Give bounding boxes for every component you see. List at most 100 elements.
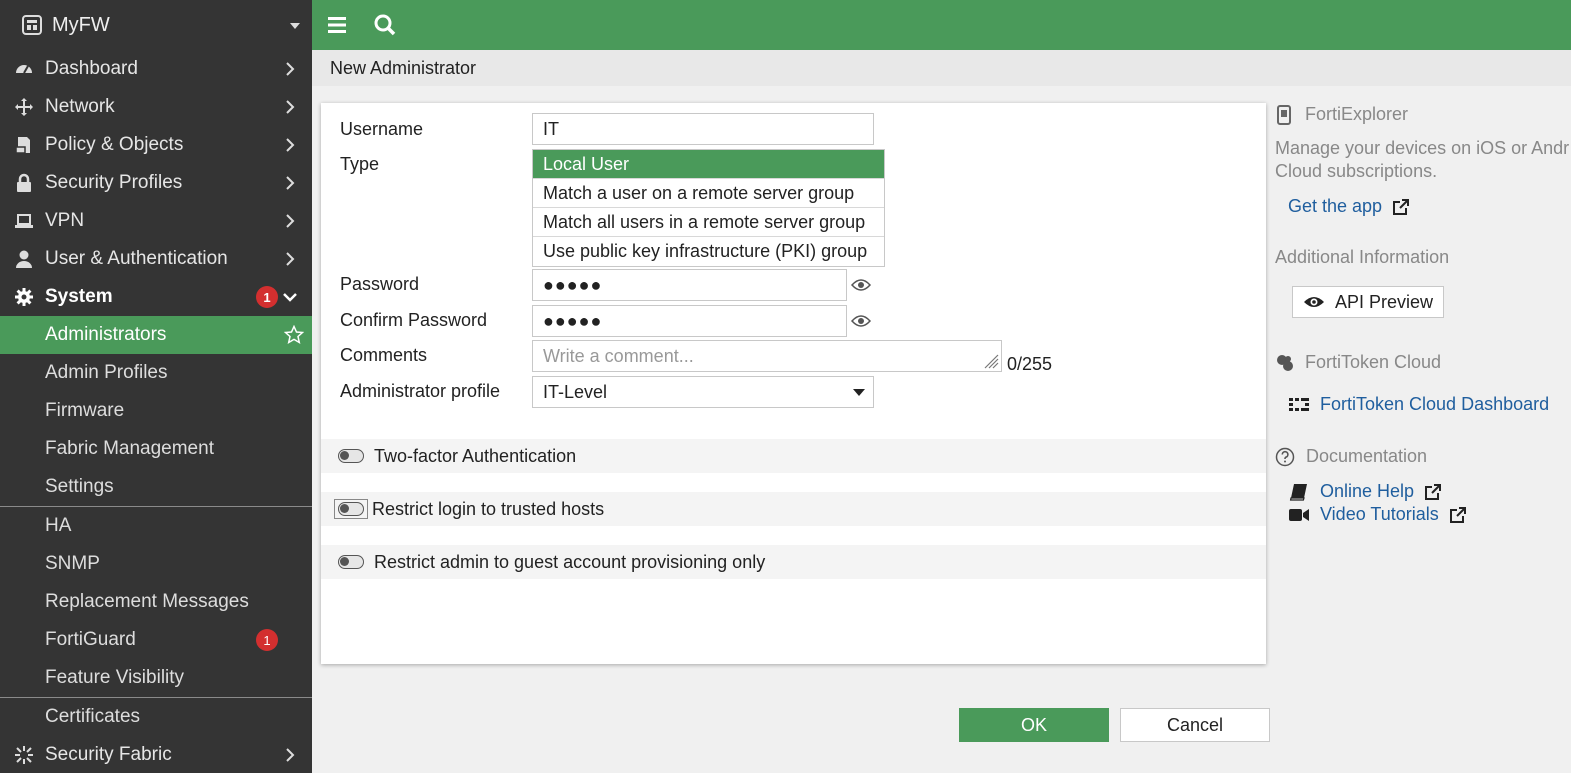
sidebar-item-fabric-management[interactable]: Fabric Management	[0, 430, 312, 468]
sidebar-item-feature-visibility[interactable]: Feature Visibility	[0, 659, 312, 697]
trusted-hosts-label: Restrict login to trusted hosts	[372, 498, 605, 519]
cancel-button[interactable]: Cancel	[1120, 708, 1270, 742]
book-icon	[1289, 483, 1307, 501]
sidebar-item-security-profiles[interactable]: Security Profiles	[0, 164, 312, 202]
two-factor-row: Two-factor Authentication	[321, 439, 1266, 473]
fortitoken-dashboard-link[interactable]: FortiToken Cloud Dashboard	[1288, 394, 1549, 415]
type-label: Type	[340, 154, 380, 174]
notification-badge: 1	[256, 286, 278, 308]
sidebar-item-label: Admin Profiles	[45, 362, 168, 383]
sidebar-item-system[interactable]: System 1	[0, 278, 312, 316]
sidebar-item-administrators[interactable]: Administrators	[0, 316, 312, 354]
ok-button[interactable]: OK	[959, 708, 1109, 742]
eye-icon[interactable]	[851, 278, 871, 292]
comments-textarea[interactable]: Write a comment...	[532, 340, 1002, 372]
sidebar-item-ha[interactable]: HA	[0, 507, 312, 545]
sidebar-item-label: Replacement Messages	[45, 591, 249, 612]
fortiexplorer-text-1: Manage your devices on iOS or Andr	[1275, 138, 1570, 158]
sidebar-item-dashboard[interactable]: Dashboard	[0, 50, 312, 88]
confirm-password-input[interactable]: ●●●●●	[532, 305, 847, 337]
sidebar-item-label: Dashboard	[45, 58, 138, 79]
notification-badge: 1	[256, 629, 278, 651]
video-tutorials-label: Video Tutorials	[1320, 504, 1439, 524]
fortitoken-header: FortiToken Cloud	[1275, 352, 1441, 373]
admin-profile-label: Administrator profile	[340, 381, 501, 401]
sidebar-item-label: Feature Visibility	[45, 667, 185, 688]
trusted-hosts-toggle[interactable]	[338, 502, 364, 516]
chevron-right-icon	[286, 176, 295, 190]
video-tutorials-link[interactable]: Video Tutorials	[1288, 504, 1467, 525]
guest-only-row: Restrict admin to guest account provisio…	[321, 545, 1266, 579]
fortitoken-dashboard-label: FortiToken Cloud Dashboard	[1320, 394, 1550, 414]
sidebar-item-label: User & Authentication	[45, 248, 228, 269]
sidebar-item-label: System	[45, 286, 113, 307]
star-icon[interactable]	[284, 325, 304, 345]
sidebar-item-policy-objects[interactable]: Policy & Objects	[0, 126, 312, 164]
sidebar-item-replacement-messages[interactable]: Replacement Messages	[0, 583, 312, 621]
password-input[interactable]: ●●●●●	[532, 269, 847, 301]
sidebar-item-settings[interactable]: Settings	[0, 468, 312, 506]
admin-profile-select[interactable]: IT-Level	[532, 376, 874, 408]
sidebar-item-fortiguard[interactable]: FortiGuard 1	[0, 621, 312, 659]
sidebar: MyFW Dashboard Network Policy & Objects …	[0, 0, 312, 773]
sidebar-item-label: Certificates	[45, 706, 141, 727]
sidebar-item-snmp[interactable]: SNMP	[0, 545, 312, 583]
two-factor-label: Two-factor Authentication	[374, 445, 577, 466]
additional-info-title: Additional Information	[1275, 247, 1450, 267]
api-preview-label: API Preview	[1334, 291, 1434, 312]
trusted-hosts-toggle-focus	[334, 499, 368, 519]
type-option-remote-group[interactable]: Match all users in a remote server group	[533, 208, 884, 237]
top-bar	[312, 0, 1571, 50]
comments-char-count: 0/255	[1007, 354, 1053, 374]
resize-handle-icon[interactable]	[983, 353, 999, 369]
username-input[interactable]: IT	[532, 113, 874, 145]
chevron-right-icon	[286, 748, 295, 762]
sidebar-item-vpn[interactable]: VPN	[0, 202, 312, 240]
sidebar-item-label: Security Profiles	[45, 172, 183, 193]
get-app-link[interactable]: Get the app	[1288, 196, 1410, 217]
confirm-password-label: Confirm Password	[340, 310, 488, 330]
chevron-right-icon	[286, 252, 295, 266]
documentation-header: Documentation	[1275, 446, 1427, 467]
fortitoken-cloud-icon	[1277, 354, 1293, 371]
lock-icon	[13, 172, 35, 194]
type-option-pki-group[interactable]: Use public key infrastructure (PKI) grou…	[533, 237, 884, 266]
password-label: Password	[340, 274, 420, 294]
fortitoken-title: FortiToken Cloud	[1305, 352, 1442, 372]
comments-label: Comments	[340, 345, 428, 365]
help-circle-icon	[1275, 447, 1295, 466]
sidebar-item-security-fabric[interactable]: Security Fabric	[0, 736, 312, 773]
sidebar-item-admin-profiles[interactable]: Admin Profiles	[0, 354, 312, 392]
type-dropdown-list[interactable]: Local User Match a user on a remote serv…	[532, 149, 885, 267]
fabric-icon	[13, 744, 35, 766]
sidebar-item-network[interactable]: Network	[0, 88, 312, 126]
guest-only-toggle[interactable]	[338, 555, 364, 569]
laptop-icon	[13, 210, 35, 232]
device-selector[interactable]: MyFW	[0, 0, 312, 50]
documentation-title: Documentation	[1306, 446, 1428, 466]
sidebar-item-label: Fabric Management	[45, 438, 214, 459]
dashboard-icon	[13, 58, 35, 80]
chevron-down-icon	[283, 293, 297, 302]
type-option-remote-user[interactable]: Match a user on a remote server group	[533, 179, 884, 208]
user-icon	[13, 248, 35, 270]
sidebar-item-label: Firmware	[45, 400, 125, 421]
type-option-local-user[interactable]: Local User	[533, 150, 884, 179]
sidebar-item-label: FortiGuard	[45, 629, 136, 650]
menu-icon[interactable]	[324, 12, 350, 38]
sidebar-item-label: SNMP	[45, 553, 100, 574]
get-app-label: Get the app	[1288, 196, 1383, 216]
external-link-icon	[1425, 483, 1442, 500]
network-icon	[13, 96, 35, 118]
eye-icon[interactable]	[851, 314, 871, 328]
sidebar-item-user-authentication[interactable]: User & Authentication	[0, 240, 312, 278]
sidebar-item-firmware[interactable]: Firmware	[0, 392, 312, 430]
video-camera-icon	[1289, 508, 1309, 521]
sidebar-item-certificates[interactable]: Certificates	[0, 698, 312, 736]
page-title: New Administrator	[312, 50, 1571, 86]
online-help-link[interactable]: Online Help	[1288, 481, 1442, 502]
api-preview-button[interactable]: API Preview	[1292, 286, 1444, 318]
two-factor-toggle[interactable]	[338, 449, 364, 463]
search-icon[interactable]	[372, 12, 398, 38]
chevron-right-icon	[286, 100, 295, 114]
